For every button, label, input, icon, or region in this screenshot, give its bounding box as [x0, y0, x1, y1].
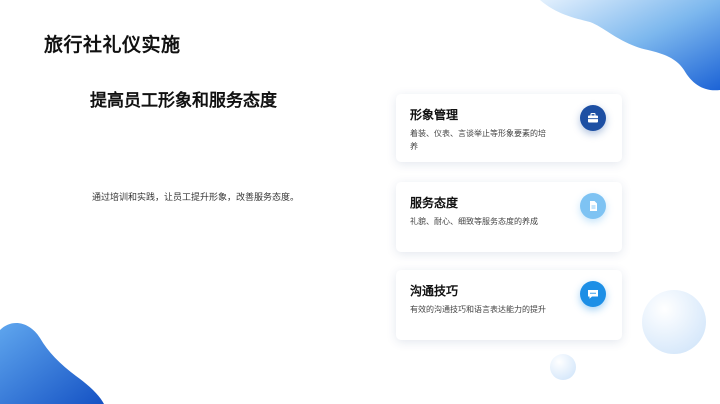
bottom-left-blob [0, 323, 104, 404]
bubble-large [642, 290, 706, 354]
card-image-management: 形象管理 着装、仪表、言谈举止等形象要素的培养 [396, 94, 622, 162]
card-title: 形象管理 [410, 108, 459, 122]
slide: 旅行社礼仪实施 提高员工形象和服务态度 通过培训和实践，让员工提升形象，改善服务… [0, 0, 720, 404]
card-communication-skills: 沟通技巧 有效的沟通技巧和语言表达能力的提升 [396, 270, 622, 340]
document-icon [580, 193, 606, 219]
card-text: 礼貌、耐心、细致等服务态度的养成 [410, 217, 538, 226]
card-title: 服务态度 [410, 196, 459, 210]
briefcase-icon [580, 105, 606, 131]
page-title: 旅行社礼仪实施 [44, 34, 181, 56]
card-service-attitude: 服务态度 礼貌、耐心、细致等服务态度的养成 [396, 182, 622, 252]
section-subtitle: 提高员工形象和服务态度 [90, 91, 277, 111]
card-text: 着装、仪表、言谈举止等形象要素的培养 [410, 129, 546, 151]
chat-icon [580, 281, 606, 307]
description-text: 通过培训和实践，让员工提升形象，改善服务态度。 [92, 193, 300, 203]
card-title: 沟通技巧 [410, 284, 459, 298]
top-right-blob [540, 0, 720, 91]
bubble-small [550, 354, 576, 380]
card-text: 有效的沟通技巧和语言表达能力的提升 [410, 305, 546, 314]
